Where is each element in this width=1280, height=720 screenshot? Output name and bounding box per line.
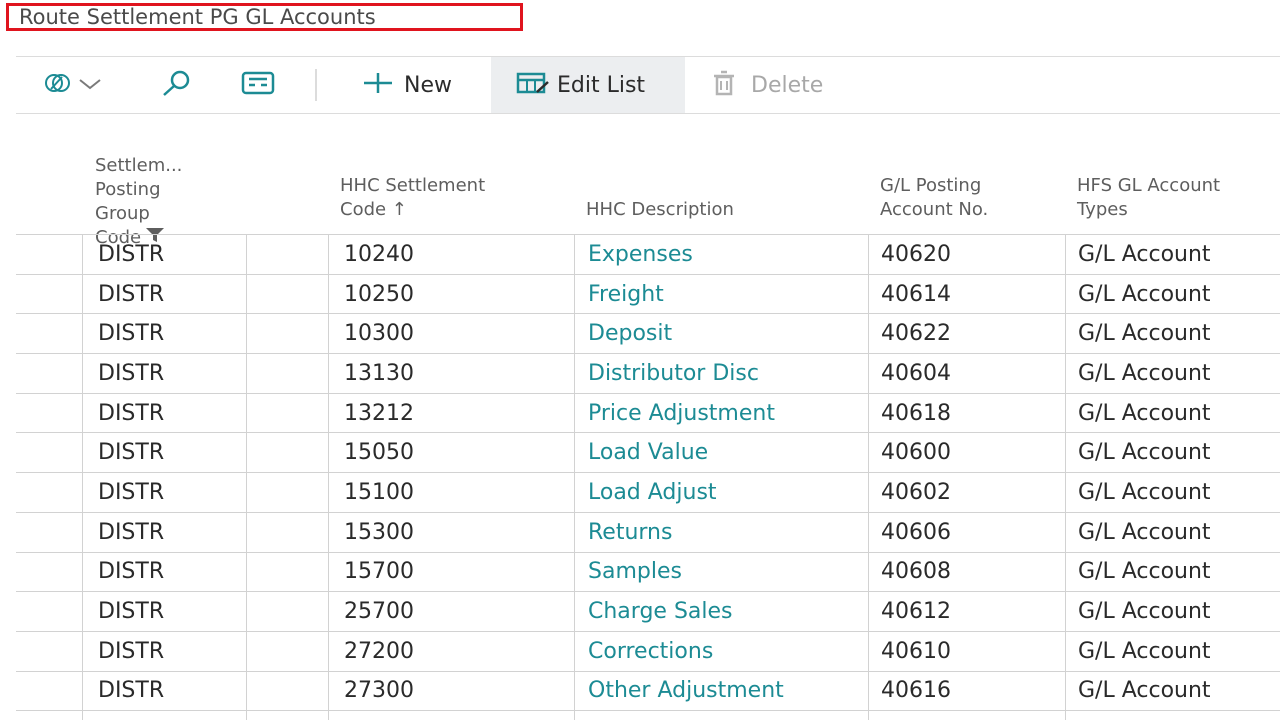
cell-settlement-code: 27200 bbox=[344, 638, 414, 664]
cell-description-link[interactable]: Distributor Disc bbox=[588, 354, 759, 393]
cell-group-code: DISTR bbox=[98, 440, 165, 466]
cell-group-code: DISTR bbox=[98, 559, 165, 585]
trash-icon bbox=[709, 69, 739, 101]
search-button[interactable] bbox=[156, 57, 196, 113]
cell-settlement-code: 10250 bbox=[344, 281, 414, 307]
cell-posting-account: 40620 bbox=[881, 241, 951, 267]
table-row[interactable]: DISTR 27200 Corrections 40610 G/L Account bbox=[16, 632, 1280, 672]
cell-posting-account: 40602 bbox=[881, 479, 951, 505]
cell-posting-account: 40606 bbox=[881, 519, 951, 545]
column-header-description[interactable]: HHC Description bbox=[586, 198, 734, 222]
table-row[interactable]: DISTR 27300 Other Adjustment 40616 G/L Accou… bbox=[16, 672, 1280, 712]
edit-list-icon bbox=[515, 70, 551, 100]
chevron-down-icon bbox=[78, 76, 102, 95]
column-header-settlement-code[interactable]: HHC Settlement Code ↑ bbox=[340, 174, 485, 222]
cell-account-type: G/L Account bbox=[1078, 678, 1211, 704]
table-row[interactable]: DISTR 15050 Load Value 40600 G/L Account bbox=[16, 433, 1280, 474]
cell-group-code: DISTR bbox=[98, 321, 165, 347]
cell-posting-account: 40614 bbox=[881, 281, 951, 307]
cell-description-link[interactable]: Expenses bbox=[588, 235, 693, 274]
page-title: Route Settlement PG GL Accounts bbox=[6, 3, 523, 31]
cell-description-link[interactable]: Price Adjustment bbox=[588, 394, 775, 433]
cell-account-type: G/L Account bbox=[1078, 440, 1211, 466]
cell-description-link[interactable]: Samples bbox=[588, 553, 682, 592]
cell-description-link[interactable]: Charge Sales bbox=[588, 592, 733, 631]
table-row[interactable]: DISTR 10240 Expenses 40620 G/L Account bbox=[16, 235, 1280, 275]
table-row[interactable]: DISTR 15700 Samples 40608 G/L Account bbox=[16, 553, 1280, 593]
action-bar: New Edit List Delete bbox=[16, 56, 1280, 114]
cell-account-type: G/L Account bbox=[1078, 281, 1211, 307]
cell-group-code: DISTR bbox=[98, 638, 165, 664]
cell-posting-account: 40622 bbox=[881, 321, 951, 347]
cell-group-code: DISTR bbox=[98, 599, 165, 625]
column-header-group-code[interactable]: Settlem... Posting Group Code bbox=[95, 130, 182, 250]
cell-account-type: G/L Account bbox=[1078, 519, 1211, 545]
cell-group-code: DISTR bbox=[98, 479, 165, 505]
cell-description-link[interactable]: Deposit bbox=[588, 314, 672, 353]
cell-account-type: G/L Account bbox=[1078, 599, 1211, 625]
new-button-label: New bbox=[404, 72, 452, 98]
edit-list-button-label: Edit List bbox=[557, 72, 646, 98]
cell-group-code: DISTR bbox=[98, 360, 165, 386]
delete-button[interactable]: Delete bbox=[709, 57, 823, 113]
cell-settlement-code: 15050 bbox=[344, 440, 414, 466]
analysis-icon bbox=[42, 71, 78, 99]
table-row[interactable]: DISTR 13212 Price Adjustment 40618 G/L Accou… bbox=[16, 394, 1280, 434]
cell-posting-account: 40600 bbox=[881, 440, 951, 466]
table-row[interactable]: DISTR 10300 Deposit 40622 G/L Account bbox=[16, 314, 1280, 355]
analysis-mode-button[interactable] bbox=[42, 57, 102, 113]
column-header-posting-account[interactable]: G/L Posting Account No. bbox=[880, 174, 988, 222]
cell-settlement-code: 15300 bbox=[344, 519, 414, 545]
cell-description-link[interactable]: Returns bbox=[588, 513, 672, 552]
cell-description-link[interactable]: Other Adjustment bbox=[588, 672, 784, 711]
cell-account-type: G/L Account bbox=[1078, 400, 1211, 426]
cell-settlement-code: 10240 bbox=[344, 241, 414, 267]
table-row[interactable]: DISTR 15300 Returns 40606 G/L Account bbox=[16, 513, 1280, 553]
cell-posting-account: 40616 bbox=[881, 678, 951, 704]
table-row[interactable]: DISTR 13130 Distributor Disc 40604 G/L Accou… bbox=[16, 354, 1280, 394]
table-row[interactable]: DISTR 25700 Charge Sales 40612 G/L Account bbox=[16, 592, 1280, 632]
cell-posting-account: 40618 bbox=[881, 400, 951, 426]
cell-group-code: DISTR bbox=[98, 400, 165, 426]
filter-pane-button[interactable] bbox=[240, 57, 276, 113]
column-header-account-types[interactable]: HFS GL Account Types bbox=[1077, 174, 1220, 222]
cell-group-code: DISTR bbox=[98, 519, 165, 545]
cell-account-type: G/L Account bbox=[1078, 559, 1211, 585]
cell-account-type: G/L Account bbox=[1078, 638, 1211, 664]
cell-settlement-code: 13130 bbox=[344, 360, 414, 386]
cell-posting-account: 40608 bbox=[881, 559, 951, 585]
toolbar-separator bbox=[315, 69, 317, 101]
cell-description-link[interactable]: Corrections bbox=[588, 632, 713, 671]
cell-account-type: G/L Account bbox=[1078, 321, 1211, 347]
edit-list-button[interactable]: Edit List bbox=[491, 57, 685, 113]
cell-settlement-code: 27300 bbox=[344, 678, 414, 704]
cell-description-link[interactable]: Load Adjust bbox=[588, 473, 717, 512]
cell-settlement-code: 25700 bbox=[344, 599, 414, 625]
filter-pane-icon bbox=[240, 70, 276, 100]
new-button[interactable]: New bbox=[360, 57, 452, 113]
cell-settlement-code: 13212 bbox=[344, 400, 414, 426]
plus-icon bbox=[360, 69, 396, 101]
delete-button-label: Delete bbox=[751, 72, 824, 98]
table-row[interactable]: DISTR 15100 Load Adjust 40602 G/L Account bbox=[16, 473, 1280, 513]
cell-description-link[interactable]: Freight bbox=[588, 275, 664, 314]
cell-settlement-code: 15700 bbox=[344, 559, 414, 585]
cell-posting-account: 40610 bbox=[881, 638, 951, 664]
records-table: DISTR 10240 Expenses 40620 G/L Account DISTR 1… bbox=[16, 234, 1280, 712]
cell-posting-account: 40612 bbox=[881, 599, 951, 625]
cell-group-code: DISTR bbox=[98, 281, 165, 307]
search-icon bbox=[156, 69, 196, 101]
cell-settlement-code: 10300 bbox=[344, 321, 414, 347]
cell-account-type: G/L Account bbox=[1078, 241, 1211, 267]
cell-account-type: G/L Account bbox=[1078, 479, 1211, 505]
cell-settlement-code: 15100 bbox=[344, 479, 414, 505]
cell-posting-account: 40604 bbox=[881, 360, 951, 386]
cell-account-type: G/L Account bbox=[1078, 360, 1211, 386]
cell-group-code: DISTR bbox=[98, 241, 165, 267]
table-row[interactable]: DISTR 10250 Freight 40614 G/L Account bbox=[16, 275, 1280, 315]
cell-group-code: DISTR bbox=[98, 678, 165, 704]
cell-description-link[interactable]: Load Value bbox=[588, 433, 708, 472]
list-header: Settlem... Posting Group Code HHC Settle… bbox=[16, 118, 1280, 248]
